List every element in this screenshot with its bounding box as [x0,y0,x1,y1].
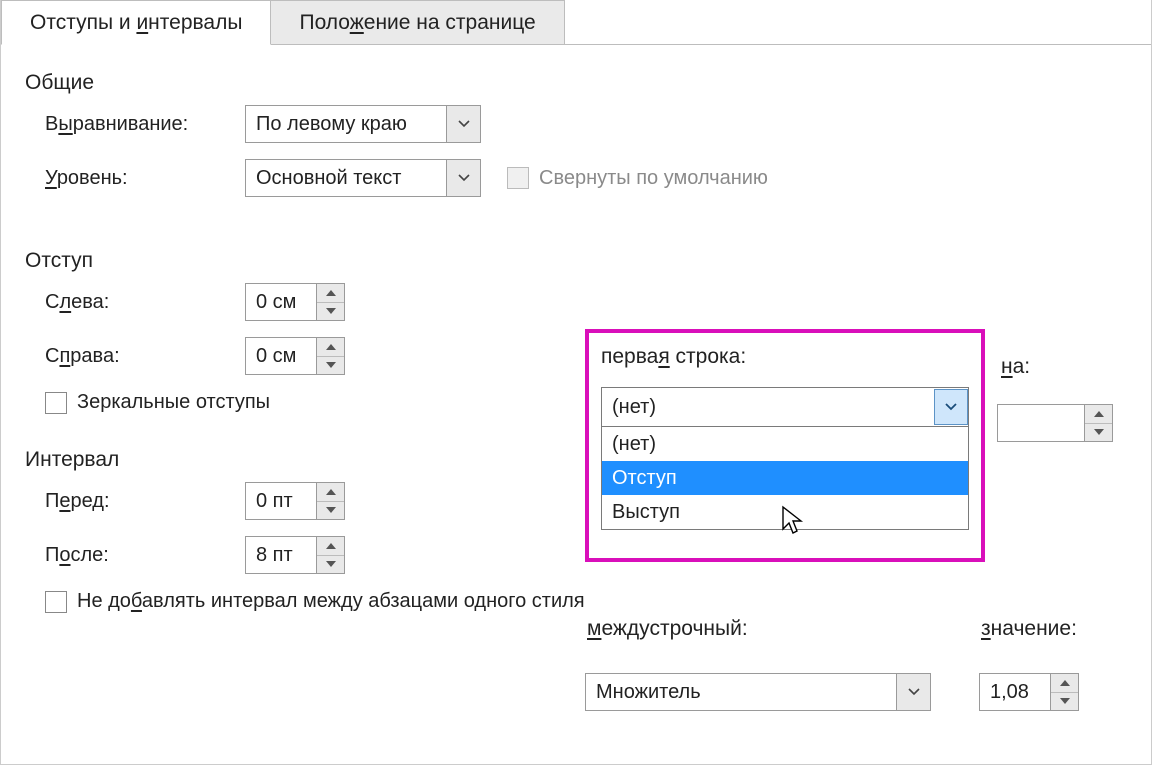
no-space-same-style-label: Не добавлять интервал между абзацами одн… [77,590,585,613]
first-line-by-value [998,405,1084,441]
spinner-down-icon[interactable] [1085,423,1112,442]
first-line-option-none[interactable]: (нет) [602,427,968,461]
chevron-down-icon[interactable] [934,389,968,425]
first-line-by-spinner[interactable] [997,404,1113,442]
spinner-down-icon[interactable] [317,356,344,375]
tab-indents-spacing[interactable]: Отступы и интервалы [1,0,271,45]
indent-left-label: Слева: [25,291,245,314]
outline-level-value: Основной текст [246,167,446,190]
spinner-up-icon[interactable] [1085,405,1112,423]
line-spacing-value: Множитель [586,681,896,704]
first-line-dropdown-list: (нет) Отступ Выступ [602,426,968,529]
indent-left-value: 0 см [246,284,316,320]
chevron-down-icon[interactable] [446,106,480,142]
collapsed-by-default-label: Свернуты по умолчанию [539,167,768,190]
section-general-title: Общие [25,71,1127,95]
spinner-down-icon[interactable] [317,501,344,520]
paragraph-dialog: Отступы и интервалы Положение на страниц… [0,0,1152,765]
first-line-option-hanging[interactable]: Выступ [602,495,968,529]
alignment-label: Выравнивание: [25,113,245,136]
spinner-up-icon[interactable] [317,537,344,555]
spacing-before-value: 0 пт [246,483,316,519]
alignment-combo[interactable]: По левому краю [245,105,481,143]
tab-strip: Отступы и интервалы Положение на страниц… [1,0,1151,45]
first-line-highlight: первая строка: (нет) (нет) Отступ Выступ [585,329,985,562]
spacing-after-spinner[interactable]: 8 пт [245,536,345,574]
mirror-indents-checkbox[interactable] [45,392,67,414]
first-line-by-label: на: [1001,355,1030,379]
first-line-option-indent[interactable]: Отступ [602,461,968,495]
section-indent-title: Отступ [25,249,1127,273]
indent-left-spinner[interactable]: 0 см [245,283,345,321]
spinner-down-icon[interactable] [317,555,344,574]
outline-level-label: Уровень: [25,167,245,190]
indent-right-spinner[interactable]: 0 см [245,337,345,375]
first-line-selected-value: (нет) [602,396,934,419]
first-line-label: первая строка: [601,345,969,369]
chevron-down-icon[interactable] [446,160,480,196]
indent-right-label: Справа: [25,345,245,368]
line-spacing-combo[interactable]: Множитель [585,673,931,711]
spinner-up-icon[interactable] [317,338,344,356]
line-spacing-at-value: 1,08 [980,674,1050,710]
tab-page-position[interactable]: Положение на странице [271,0,564,45]
spinner-up-icon[interactable] [317,284,344,302]
spacing-before-label: Перед: [25,490,245,513]
outline-level-combo[interactable]: Основной текст [245,159,481,197]
collapsed-by-default-checkbox [507,167,529,189]
chevron-down-icon[interactable] [896,674,930,710]
spacing-after-label: После: [25,544,245,567]
indent-right-value: 0 см [246,338,316,374]
line-spacing-label: междустрочный: [587,617,748,641]
tab-label: Отступы и интервалы [30,11,242,35]
spinner-down-icon[interactable] [317,302,344,321]
line-spacing-at-label: значение: [981,617,1077,641]
tab-label: Положение на странице [299,11,535,35]
no-space-same-style-checkbox[interactable] [45,591,67,613]
line-spacing-at-spinner[interactable]: 1,08 [979,673,1079,711]
spinner-up-icon[interactable] [1051,674,1078,692]
spinner-down-icon[interactable] [1051,692,1078,711]
spacing-before-spinner[interactable]: 0 пт [245,482,345,520]
first-line-combo[interactable]: (нет) (нет) Отступ Выступ [601,387,969,530]
alignment-value: По левому краю [246,113,446,136]
spinner-up-icon[interactable] [317,483,344,501]
mirror-indents-label: Зеркальные отступы [77,391,270,414]
spacing-after-value: 8 пт [246,537,316,573]
